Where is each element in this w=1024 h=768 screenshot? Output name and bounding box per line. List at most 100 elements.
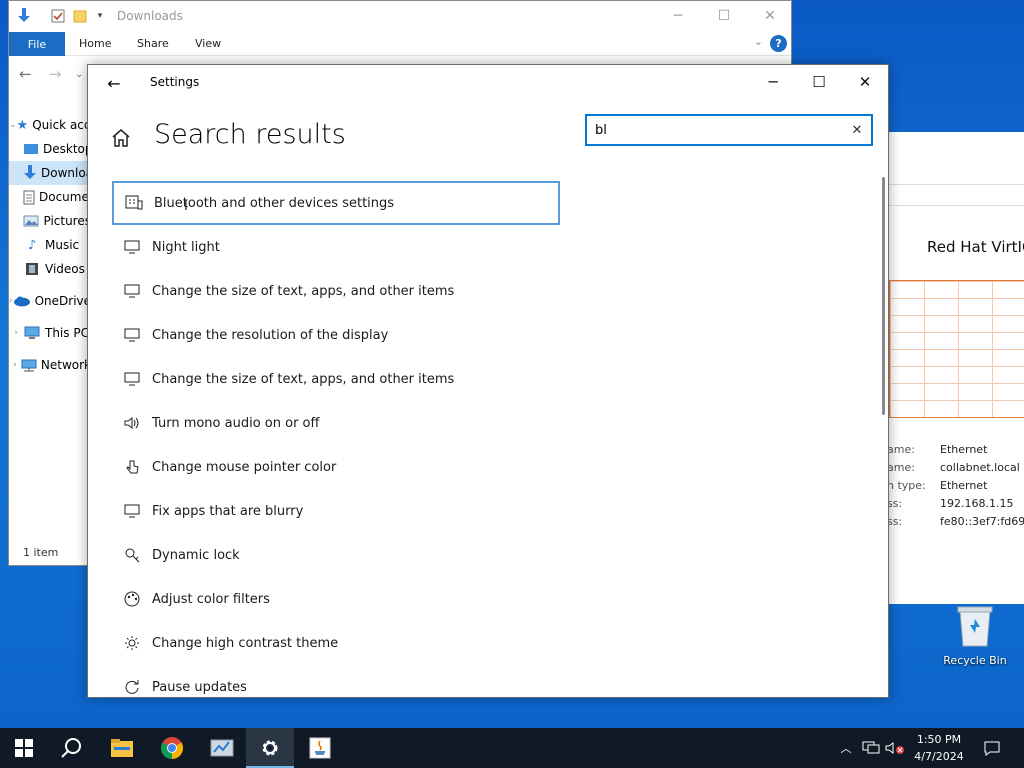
result-label: Change the resolution of the display	[152, 327, 389, 343]
explorer-titlebar[interactable]: ▾ Downloads ─ ☐ ✕	[9, 1, 791, 32]
window-toolbar	[885, 184, 1024, 206]
sidebar-item-downloads[interactable]: Downloads	[9, 161, 91, 185]
java-icon	[309, 737, 331, 759]
activity-graph	[889, 280, 1024, 418]
sidebar-item-onedrive[interactable]: › OneDrive	[9, 289, 91, 313]
music-icon: ♪	[27, 237, 37, 253]
result-label: Dynamic lock	[152, 547, 240, 563]
result-night-light[interactable]: Night light	[112, 225, 560, 269]
tab-view[interactable]: View	[195, 37, 221, 50]
sidebar-item-this-pc[interactable]: › This PC	[9, 321, 91, 345]
close-button[interactable]: ✕	[842, 67, 888, 97]
property-key: ss:	[887, 497, 903, 510]
taskbar-file-explorer[interactable]	[98, 728, 146, 768]
settings-window[interactable]: ← Settings ─ ☐ ✕ Search results ✕ Blueto…	[87, 64, 889, 698]
sidebar-item-documents[interactable]: Documents	[9, 185, 91, 209]
sidebar-item-label: This PC	[45, 326, 89, 340]
start-button[interactable]	[0, 728, 48, 768]
result-dynamic-lock[interactable]: Dynamic lock	[112, 533, 560, 577]
sidebar-item-music[interactable]: ♪ Music	[9, 233, 91, 257]
taskbar-chrome[interactable]	[148, 728, 196, 768]
maximize-button[interactable]: ☐	[701, 5, 747, 27]
back-arrow-icon[interactable]: ←	[104, 73, 124, 93]
result-mouse-pointer-color[interactable]: Change mouse pointer color	[112, 445, 560, 489]
recent-locations-icon[interactable]: ⌄	[75, 69, 83, 80]
clock-date: 4/7/2024	[914, 750, 964, 763]
sidebar-item-pictures[interactable]: Pictures	[9, 209, 91, 233]
taskbar-server-manager[interactable]	[198, 728, 246, 768]
recycle-bin-icon	[957, 606, 993, 647]
expand-ribbon-icon[interactable]: ⌄	[754, 35, 763, 48]
property-value: Ethernet	[940, 479, 988, 492]
result-label: Bluetooth and other devices settings	[154, 195, 395, 211]
result-label: Fix apps that are blurry	[152, 503, 304, 519]
server-manager-icon	[210, 739, 234, 757]
key-icon	[112, 545, 152, 565]
sidebar-item-label: Network	[40, 358, 91, 372]
help-button[interactable]: ?	[770, 35, 787, 52]
minimize-button[interactable]: ─	[655, 5, 701, 27]
result-label: Pause updates	[152, 679, 247, 695]
download-icon	[23, 165, 37, 181]
customize-dropdown-icon[interactable]: ▾	[91, 7, 109, 25]
result-label: Turn mono audio on or off	[152, 415, 320, 431]
sidebar-item-quick-access[interactable]: ⌄ ★ Quick access	[9, 113, 91, 137]
tab-file[interactable]: File	[9, 32, 65, 56]
sidebar-item-desktop[interactable]: Desktop	[9, 137, 91, 161]
clock-time: 1:50 PM	[916, 733, 962, 746]
sidebar-item-videos[interactable]: Videos	[9, 257, 91, 281]
tab-home[interactable]: Home	[79, 37, 111, 50]
properties-checkbox-icon[interactable]	[49, 7, 67, 25]
show-hidden-icons-chevron-icon[interactable]: ︿	[838, 728, 854, 768]
result-text-size[interactable]: Change the size of text, apps, and other…	[112, 269, 560, 313]
network-properties-window[interactable]: Red Hat VirtIO ame: Ethernet ame: collab…	[884, 132, 1024, 604]
results-scrollbar[interactable]	[882, 177, 885, 415]
close-button[interactable]: ✕	[747, 5, 793, 27]
tab-share[interactable]: Share	[137, 37, 169, 50]
minimize-button[interactable]: ─	[750, 67, 796, 97]
sidebar-item-label: Desktop	[43, 142, 91, 156]
result-pause-updates[interactable]: Pause updates	[112, 665, 560, 697]
search-button[interactable]	[48, 728, 96, 768]
refresh-icon	[112, 677, 152, 697]
result-bluetooth-devices[interactable]: Bluetooth and other devices settings	[112, 181, 560, 225]
action-center-icon[interactable]	[980, 728, 1004, 768]
taskbar-java[interactable]	[296, 728, 344, 768]
property-key: ame:	[887, 461, 915, 474]
chevron-down-icon[interactable]: ⌄	[9, 120, 17, 130]
computer-icon	[23, 325, 41, 341]
settings-gear-icon	[262, 740, 278, 756]
clear-search-icon[interactable]: ✕	[849, 122, 865, 138]
taskbar: ︿ 1:50 PM 4/7/2024	[0, 728, 1024, 768]
sidebar-item-label: Quick access	[32, 118, 91, 132]
maximize-button[interactable]: ☐	[796, 67, 842, 97]
search-input[interactable]	[595, 120, 835, 140]
property-value: 192.168.1.15	[940, 497, 1014, 510]
sidebar-item-label: OneDrive	[34, 294, 91, 308]
home-icon[interactable]	[110, 127, 134, 151]
sidebar-item-label: Videos	[45, 262, 85, 276]
new-folder-icon[interactable]	[71, 7, 89, 25]
sidebar-item-network[interactable]: › Network	[9, 353, 91, 377]
back-arrow-icon[interactable]: ←	[19, 65, 32, 83]
result-text-size-2[interactable]: Change the size of text, apps, and other…	[112, 357, 560, 401]
result-high-contrast[interactable]: Change high contrast theme	[112, 621, 560, 665]
network-tray-icon[interactable]	[860, 728, 882, 768]
forward-arrow-icon[interactable]: →	[49, 65, 62, 83]
result-mono-audio[interactable]: Turn mono audio on or off	[112, 401, 560, 445]
chevron-right-icon[interactable]: ›	[9, 360, 21, 370]
result-display-resolution[interactable]: Change the resolution of the display	[112, 313, 560, 357]
recycle-bin-shortcut[interactable]: Recycle Bin	[940, 604, 1010, 674]
chevron-right-icon[interactable]: ›	[9, 328, 23, 338]
volume-muted-icon[interactable]	[884, 728, 906, 768]
taskbar-settings[interactable]	[246, 728, 294, 768]
result-color-filters[interactable]: Adjust color filters	[112, 577, 560, 621]
property-value: fe80::3ef7:fd69:f3	[940, 515, 1024, 528]
settings-search-box[interactable]: ✕	[585, 114, 873, 146]
sidebar-item-label: Downloads	[41, 166, 91, 180]
download-arrow-icon	[15, 7, 33, 25]
result-label: Change mouse pointer color	[152, 459, 337, 475]
taskbar-clock[interactable]: 1:50 PM 4/7/2024	[908, 731, 970, 765]
result-blurry-apps[interactable]: Fix apps that are blurry	[112, 489, 560, 533]
documents-icon	[23, 189, 35, 205]
